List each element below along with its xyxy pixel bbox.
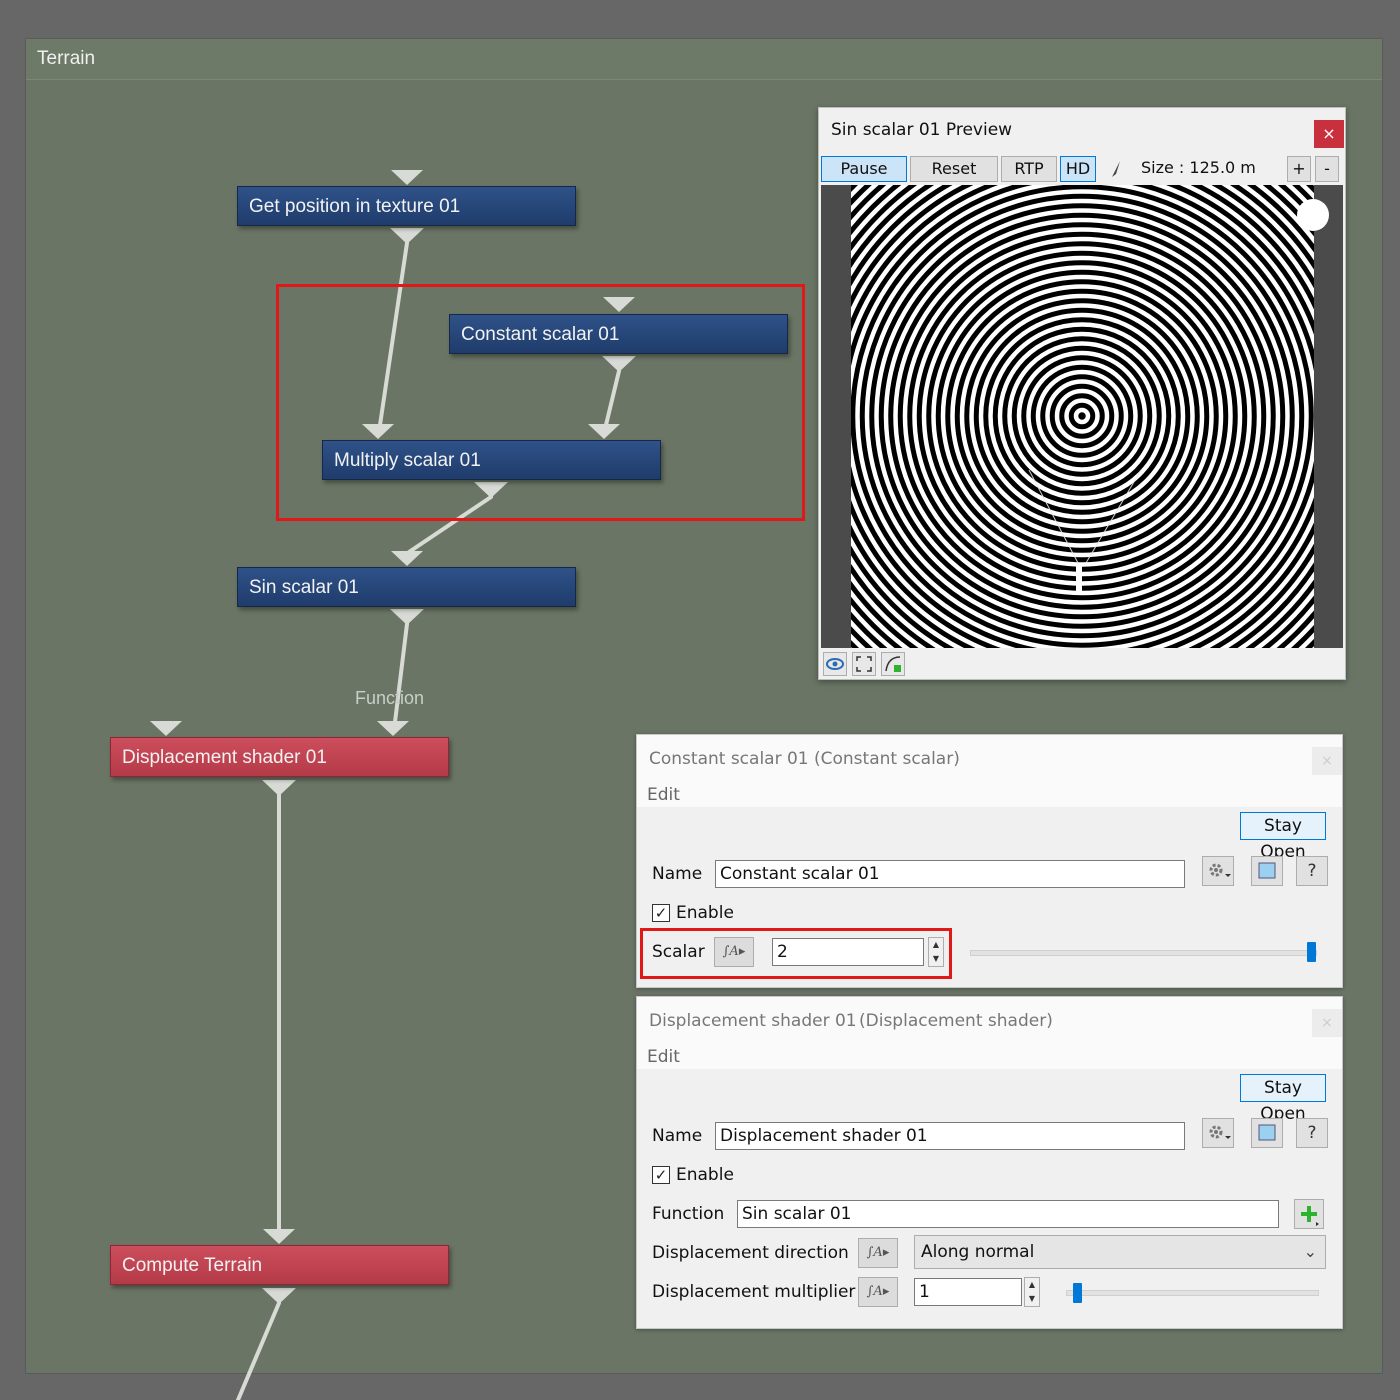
multiplier-slider-track[interactable] (1066, 1290, 1319, 1296)
help-button[interactable]: ? (1296, 1118, 1328, 1148)
function-field[interactable] (737, 1200, 1279, 1228)
preview-size-label: Size : 125.0 m (1141, 158, 1256, 177)
input-port-get-position (391, 170, 423, 185)
help-button[interactable]: ? (1296, 856, 1328, 886)
reset-button[interactable]: Reset (910, 156, 998, 182)
panel-subtitle: (Constant scalar) (814, 749, 960, 769)
preview-window: Sin scalar 01 Preview × Pause Reset RTP … (818, 107, 1346, 680)
scalar-slider-track[interactable] (970, 950, 1317, 956)
edit-menu[interactable]: Edit (647, 785, 680, 805)
panel-subtitle: (Displacement shader) (859, 1011, 1053, 1031)
name-field[interactable] (715, 860, 1185, 888)
panel-close-button[interactable]: × (1312, 747, 1342, 775)
input-port-multiply-a (362, 424, 394, 439)
gear-dropdown-button[interactable] (1202, 856, 1234, 886)
panel-title: Displacement shader 01 (649, 1011, 857, 1031)
rtp-button[interactable]: RTP (1001, 156, 1057, 182)
gear-dropdown-button[interactable] (1202, 1118, 1234, 1148)
zoom-out-button[interactable]: - (1315, 156, 1339, 182)
scalar-label: Scalar (652, 942, 705, 962)
multiplier-spinner[interactable]: ▲ ▼ (1024, 1277, 1040, 1307)
function-binding-icon[interactable]: ∫A▸ (858, 1238, 898, 1268)
sun-handle-icon (1297, 199, 1329, 231)
preview-statusbar (819, 649, 1345, 679)
node-displacement-shader[interactable]: Displacement shader 01 (110, 737, 449, 777)
preview-window-icon[interactable] (1251, 1118, 1283, 1148)
displacement-direction-label: Displacement direction (652, 1243, 849, 1263)
displacement-shader-panel: Displacement shader 01 (Displacement sha… (636, 996, 1343, 1329)
enable-label: Enable (676, 1165, 734, 1185)
displacement-multiplier-input[interactable] (914, 1278, 1022, 1306)
scalar-input[interactable] (772, 938, 924, 966)
name-label: Name (652, 1126, 703, 1146)
panel-header (637, 997, 1342, 1069)
node-multiply-scalar[interactable]: Multiply scalar 01 (322, 440, 661, 480)
node-sin-scalar[interactable]: Sin scalar 01 (237, 567, 576, 607)
displacement-direction-value: Along normal (921, 1242, 1035, 1262)
displacement-multiplier-label: Displacement multiplier (652, 1282, 856, 1302)
chevron-down-icon: ⌄ (1303, 1242, 1317, 1261)
eye-icon[interactable] (823, 652, 847, 676)
preview-viewport[interactable] (821, 185, 1343, 648)
input-port-displacement-a (150, 721, 182, 736)
multiplier-slider-thumb[interactable] (1073, 1283, 1082, 1303)
node-get-position-in-texture[interactable]: Get position in texture 01 (237, 186, 576, 226)
enable-checkbox[interactable]: ✓ (652, 1166, 670, 1184)
zoom-in-button[interactable]: + (1287, 156, 1311, 182)
pause-button[interactable]: Pause (821, 156, 907, 182)
hd-button[interactable]: HD (1060, 156, 1096, 182)
input-port-multiply-b (588, 424, 620, 439)
preview-window-icon[interactable] (1251, 856, 1283, 886)
sin-rings-preview-image (851, 185, 1329, 648)
wire-label-function: Function (355, 688, 425, 708)
enable-checkbox[interactable]: ✓ (652, 904, 670, 922)
displacement-direction-select[interactable]: Along normal ⌄ (914, 1235, 1326, 1269)
input-port-sin (391, 551, 423, 566)
preview-title: Sin scalar 01 Preview (831, 120, 1013, 140)
input-port-displacement-function (377, 721, 409, 736)
graph-curve-icon[interactable] (881, 652, 905, 676)
frame-view-icon[interactable] (852, 652, 876, 676)
node-compute-terrain[interactable]: Compute Terrain (110, 1245, 449, 1285)
scalar-slider-thumb[interactable] (1307, 942, 1316, 962)
name-label: Name (652, 864, 703, 884)
brush-icon[interactable] (1108, 158, 1124, 180)
scalar-spinner[interactable]: ▲ ▼ (928, 937, 944, 967)
panel-title: Constant scalar 01 (649, 749, 809, 769)
name-field[interactable] (715, 1122, 1185, 1150)
function-binding-icon[interactable]: ∫A▸ (858, 1277, 898, 1307)
camera-marker (1076, 563, 1082, 593)
preview-close-button[interactable]: × (1314, 120, 1344, 148)
stay-open-button[interactable]: Stay Open (1240, 812, 1326, 862)
stay-open-button[interactable]: Stay Open (1240, 1074, 1326, 1124)
panel-header (637, 735, 1342, 807)
panel-close-button[interactable]: × (1312, 1009, 1342, 1037)
enable-label: Enable (676, 903, 734, 923)
add-function-button[interactable] (1294, 1199, 1324, 1229)
function-binding-icon[interactable]: ∫A▸ (714, 937, 754, 967)
edit-menu[interactable]: Edit (647, 1047, 680, 1067)
input-port-constant (603, 297, 635, 312)
node-constant-scalar[interactable]: Constant scalar 01 (449, 314, 788, 354)
constant-scalar-panel: Constant scalar 01 (Constant scalar) Edi… (636, 734, 1343, 988)
function-label: Function (652, 1204, 725, 1224)
